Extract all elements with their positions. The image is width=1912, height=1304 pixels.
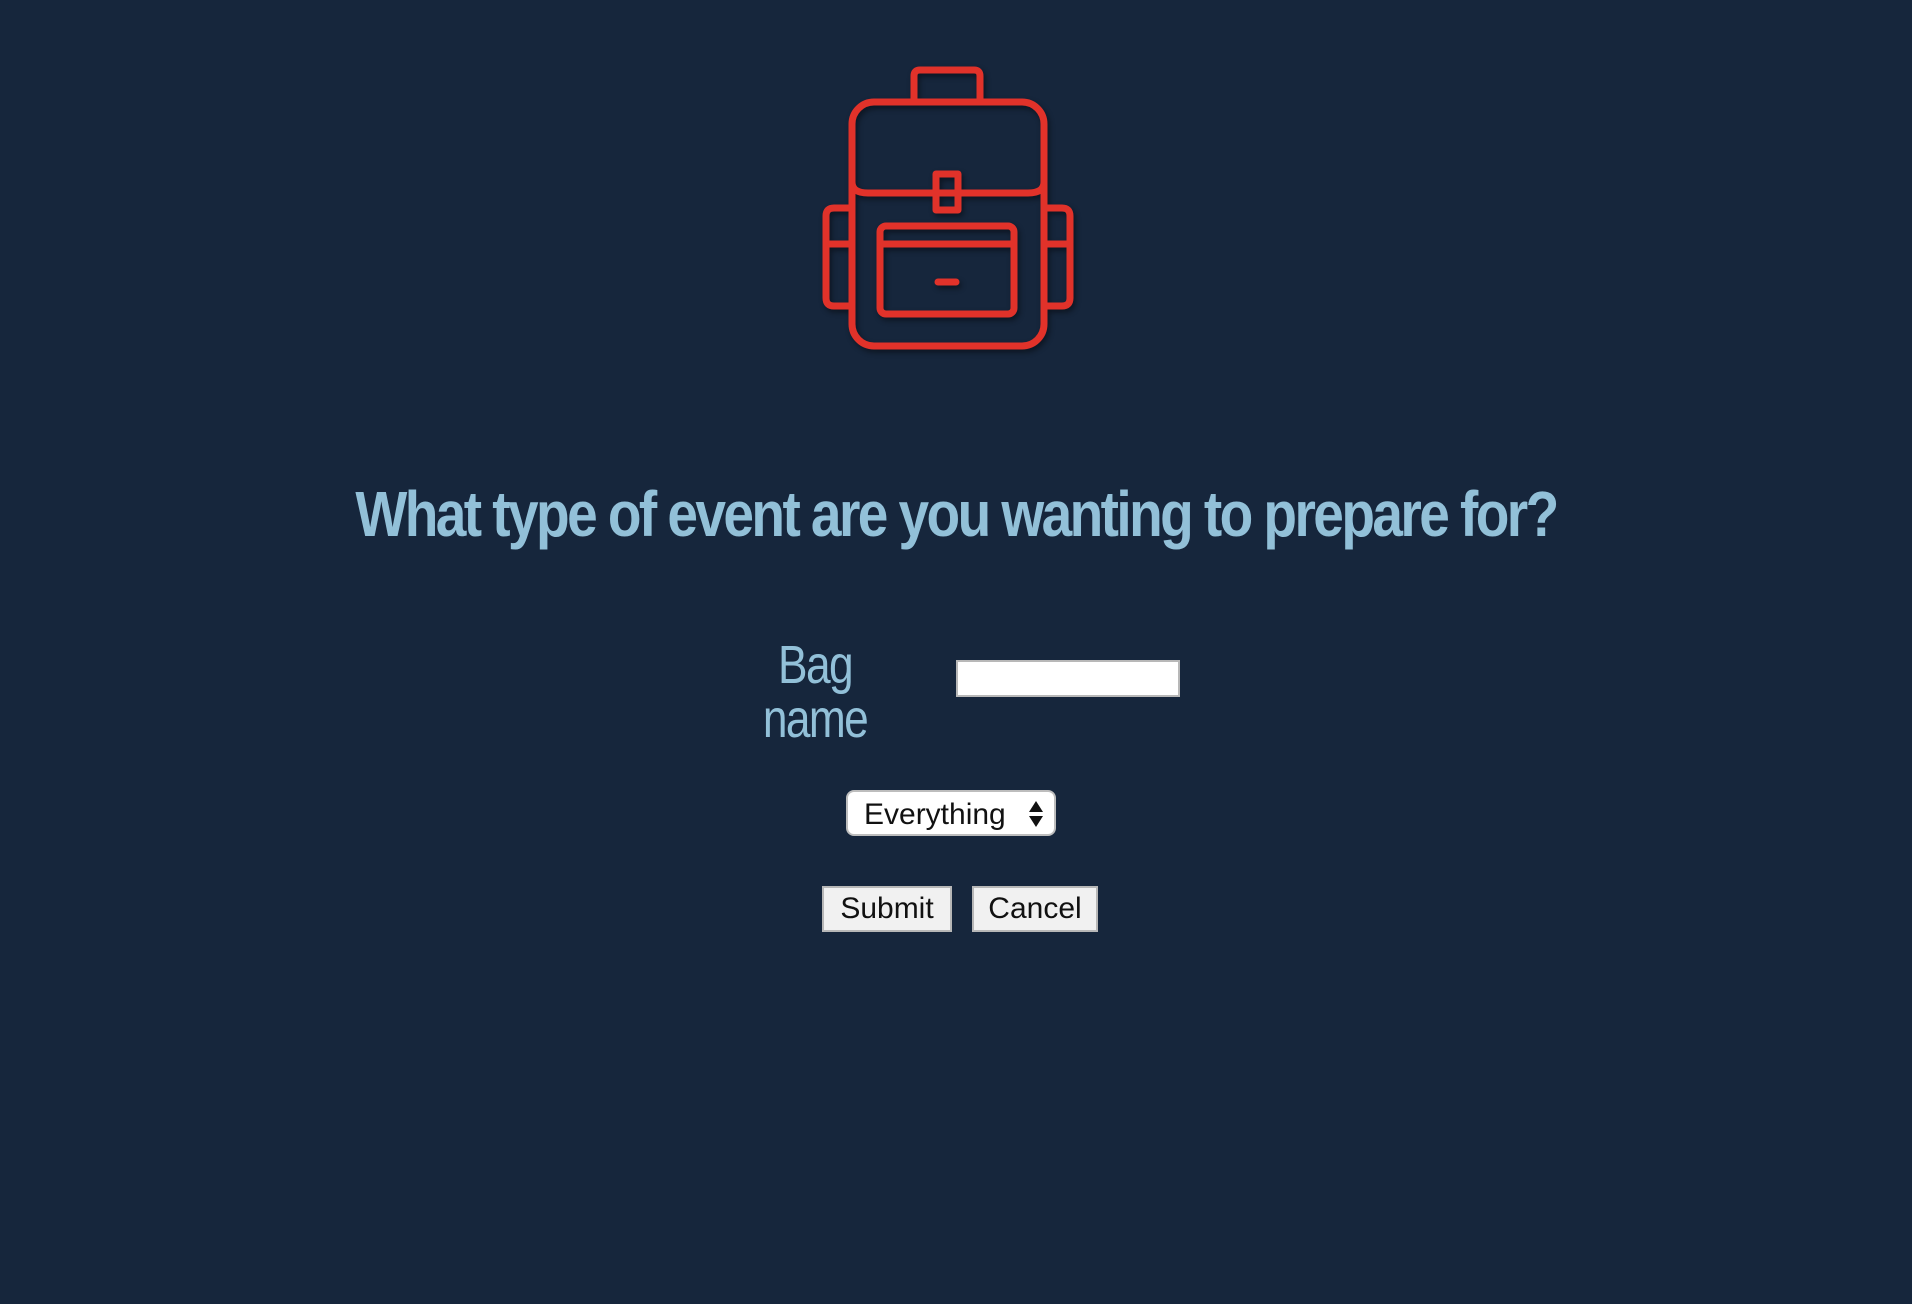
backpack-logo (816, 60, 1086, 350)
page-title: What type of event are you wanting to pr… (355, 478, 1559, 550)
backpack-icon (822, 66, 1074, 350)
event-type-selected-value: Everything (864, 798, 1006, 831)
submit-button[interactable]: Submit (822, 886, 952, 932)
event-type-select[interactable]: Everything (846, 790, 1056, 836)
select-arrows-icon (1029, 801, 1043, 827)
cancel-button[interactable]: Cancel (972, 886, 1098, 932)
bag-name-label: Bag name (762, 635, 869, 749)
bag-name-input[interactable] (956, 660, 1180, 697)
